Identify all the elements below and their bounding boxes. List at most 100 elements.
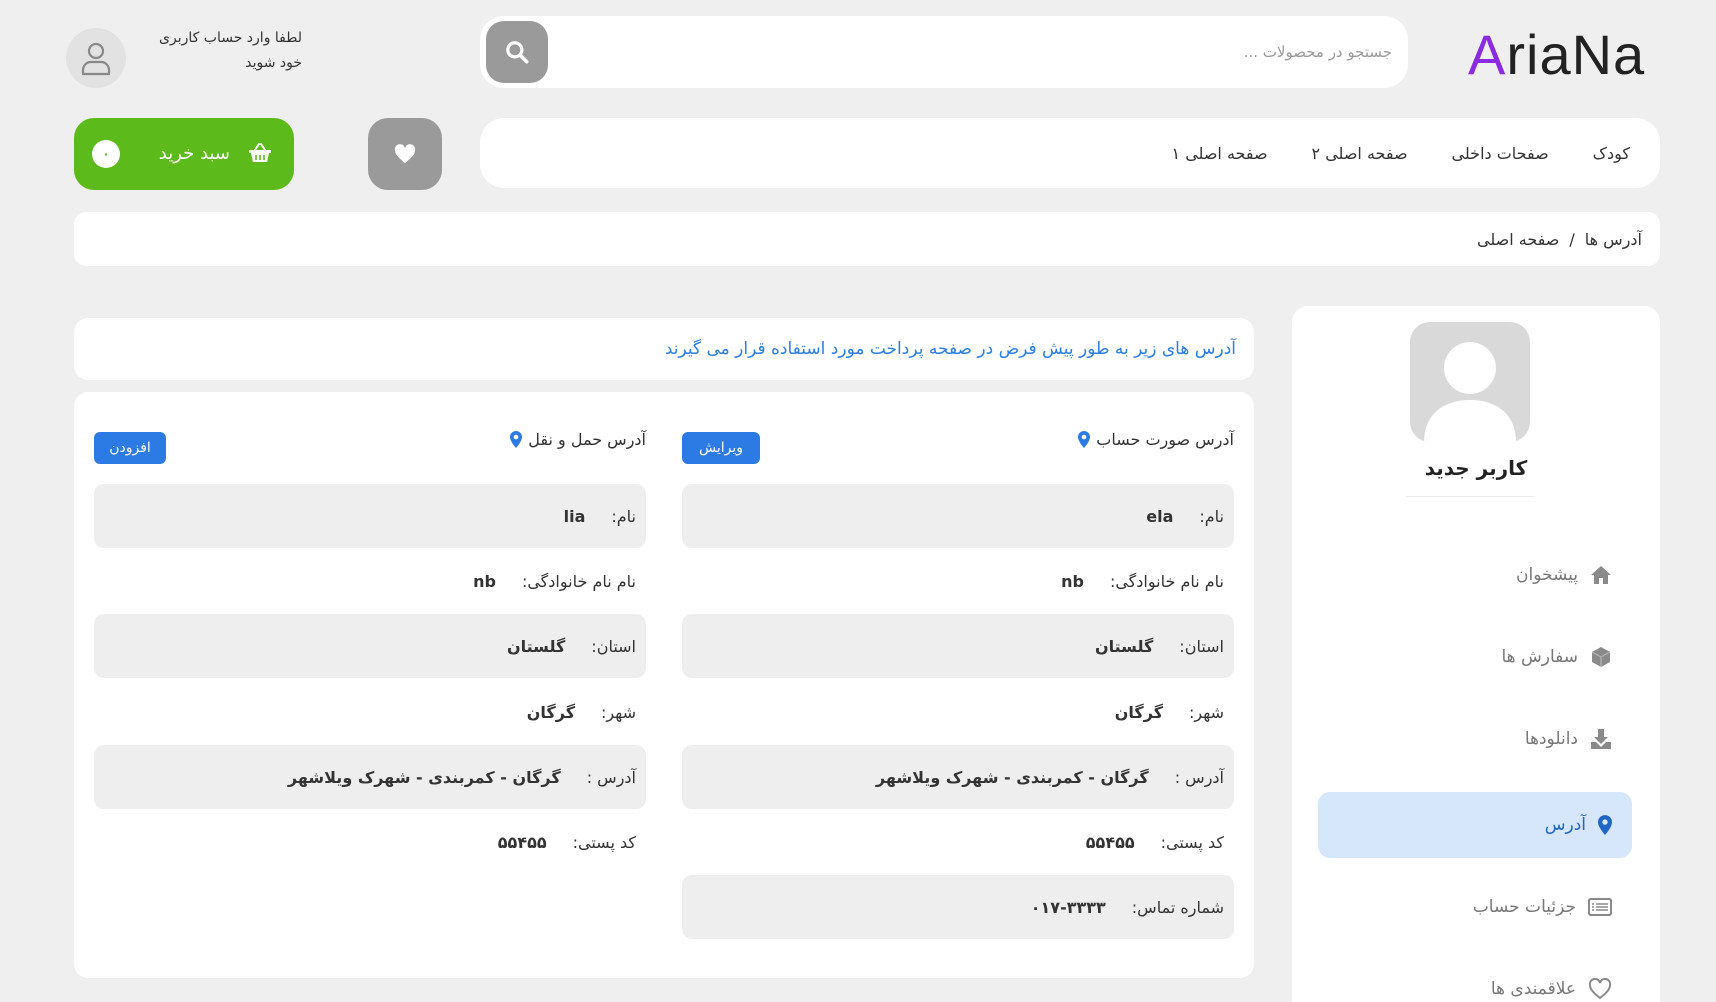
home-icon — [1591, 566, 1611, 584]
breadcrumb: صفحه اصلی / آدرس ها — [74, 212, 1660, 266]
billing-row-phone: شماره تماس: ۰۱۷-۳۳۳۳ — [682, 875, 1234, 939]
nav-item-home-2[interactable]: صفحه اصلی ۲ — [1312, 144, 1408, 163]
billing-row-name: نام: ela — [682, 484, 1234, 548]
search-icon — [506, 41, 529, 64]
sidebar-item-address[interactable]: آدرس — [1318, 792, 1632, 858]
field-value: nb — [1061, 571, 1084, 591]
user-avatar[interactable] — [66, 28, 126, 88]
shipping-row-province: استان: گلستان — [94, 614, 646, 678]
sidebar-item-orders[interactable]: سفارش ها — [1318, 624, 1632, 690]
field-label: نام نام خانوادگی: — [521, 571, 636, 591]
field-label: شهر: — [1189, 702, 1224, 722]
field-value: گرگان — [526, 702, 575, 722]
sidebar-item-label: آدرس — [1544, 815, 1586, 835]
shipping-row-name: نام: lia — [94, 484, 646, 548]
field-label: شماره تماس: — [1131, 897, 1224, 917]
user-icon — [81, 42, 111, 76]
shipping-title-text: آدرس حمل و نقل — [528, 430, 646, 449]
field-label: کد پستی: — [572, 832, 636, 852]
sidebar-item-label: سفارش ها — [1501, 647, 1578, 667]
sidebar-item-wishlist[interactable]: علاقمندی ها — [1318, 956, 1632, 1002]
shipping-row-lastname: نام نام خانوادگی: nb — [94, 549, 646, 613]
box-icon — [1591, 647, 1611, 667]
add-shipping-button[interactable]: افزودن — [94, 432, 166, 464]
sidebar-item-label: دانلودها — [1524, 729, 1578, 749]
map-pin-icon — [1078, 431, 1091, 448]
heart-icon — [394, 144, 416, 164]
sidebar-item-dashboard[interactable]: پیشخوان — [1318, 542, 1632, 608]
search-bar — [480, 16, 1408, 88]
map-pin-icon — [1598, 815, 1612, 835]
cart-button[interactable]: سبد خرید ۰ — [74, 118, 294, 190]
field-value: ela — [1146, 506, 1174, 526]
shipping-row-postcode: کد پستی: ۵۵۴۵۵ — [94, 810, 646, 874]
id-card-icon — [1588, 898, 1612, 916]
billing-row-postcode: کد پستی: ۵۵۴۵۵ — [682, 810, 1234, 874]
notice-box: آدرس های زیر به طور پیش فرض در صفحه پردا… — [74, 318, 1254, 380]
field-label: شهر: — [601, 702, 636, 722]
account-sidebar: کاربر جدید پیشخوان سفارش ها دانلودها آدر… — [1292, 306, 1660, 1002]
billing-row-province: استان: گلستان — [682, 614, 1234, 678]
field-label: آدرس : — [1174, 767, 1224, 787]
field-value: گرگان - کمربندی - شهرک ویلاشهر — [875, 767, 1149, 787]
edit-billing-button[interactable]: ویرایش — [682, 432, 760, 464]
profile-avatar[interactable] — [1410, 322, 1530, 442]
login-prompt-line2: خود شوید — [245, 55, 302, 71]
field-value: ۰۱۷-۳۳۳۳ — [1030, 897, 1106, 917]
user-silhouette-icon — [1424, 342, 1516, 442]
field-value: lia — [563, 506, 586, 526]
field-value: ۵۵۴۵۵ — [497, 832, 547, 852]
map-pin-icon — [510, 431, 523, 448]
sidebar-item-account-details[interactable]: جزئیات حساب — [1318, 874, 1632, 940]
field-label: نام نام خانوادگی: — [1109, 571, 1224, 591]
billing-row-city: شهر: گرگان — [682, 680, 1234, 744]
nav-item-inner-pages[interactable]: صفحات داخلی — [1452, 144, 1549, 163]
billing-title-text: آدرس صورت حساب — [1096, 430, 1234, 449]
logo[interactable]: AriaNa — [1468, 22, 1645, 88]
sidebar-item-label: علاقمندی ها — [1490, 979, 1576, 999]
profile-divider — [1406, 496, 1534, 497]
cart-count-badge: ۰ — [92, 140, 120, 168]
field-value: گرگان - کمربندی - شهرک ویلاشهر — [287, 767, 561, 787]
field-label: استان: — [591, 636, 636, 656]
profile-name: کاربر جدید — [1424, 456, 1528, 480]
sidebar-item-label: پیشخوان — [1516, 565, 1578, 585]
login-prompt[interactable]: لطفا وارد حساب کاربری خود شوید — [136, 26, 302, 76]
field-value: گرگان — [1114, 702, 1163, 722]
billing-row-address: آدرس : گرگان - کمربندی - شهرک ویلاشهر — [682, 745, 1234, 809]
download-icon — [1591, 729, 1611, 749]
cart-label: سبد خرید — [158, 143, 230, 164]
field-value: گلستان — [506, 636, 566, 656]
login-prompt-line1: لطفا وارد حساب کاربری — [159, 30, 302, 46]
field-label: نام: — [1199, 506, 1224, 526]
search-input[interactable] — [612, 32, 1392, 72]
nav-item-home-1[interactable]: صفحه اصلی ۱ — [1172, 144, 1268, 163]
heart-icon — [1588, 978, 1612, 1000]
field-label: کد پستی: — [1160, 832, 1224, 852]
shipping-row-city: شهر: گرگان — [94, 680, 646, 744]
sidebar-item-label: جزئیات حساب — [1472, 897, 1576, 917]
billing-row-lastname: نام نام خانوادگی: nb — [682, 549, 1234, 613]
field-label: استان: — [1179, 636, 1224, 656]
field-value: nb — [473, 571, 496, 591]
logo-initial: A — [1468, 23, 1507, 86]
field-value: گلستان — [1094, 636, 1154, 656]
main-nav: صفحه اصلی ۱ صفحه اصلی ۲ صفحات داخلی کودک — [480, 118, 1660, 188]
field-label: آدرس : — [586, 767, 636, 787]
breadcrumb-separator: / — [1569, 229, 1575, 249]
notice-text: آدرس های زیر به طور پیش فرض در صفحه پردا… — [664, 339, 1236, 359]
addresses-card: آدرس صورت حساب ویرایش نام: ela نام نام خ… — [74, 392, 1254, 978]
basket-icon — [249, 143, 271, 162]
shipping-title: آدرس حمل و نقل — [510, 430, 646, 449]
field-value: ۵۵۴۵۵ — [1085, 832, 1135, 852]
shipping-row-address: آدرس : گرگان - کمربندی - شهرک ویلاشهر — [94, 745, 646, 809]
nav-item-kids[interactable]: کودک — [1593, 144, 1630, 163]
wishlist-button[interactable] — [368, 118, 442, 190]
field-label: نام: — [611, 506, 636, 526]
breadcrumb-home[interactable]: صفحه اصلی — [1477, 230, 1559, 249]
breadcrumb-current: آدرس ها — [1584, 229, 1642, 249]
search-button[interactable] — [486, 21, 548, 83]
logo-rest: riaNa — [1506, 23, 1646, 86]
billing-title: آدرس صورت حساب — [1078, 430, 1234, 449]
sidebar-item-downloads[interactable]: دانلودها — [1318, 706, 1632, 772]
